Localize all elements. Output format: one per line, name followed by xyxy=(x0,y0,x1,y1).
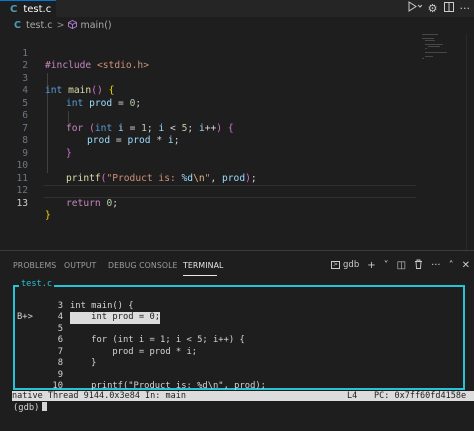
token-punct: ; xyxy=(112,197,118,209)
token-keyword: return xyxy=(66,197,101,209)
code-line-12: 12 return 0; xyxy=(0,173,474,209)
ellipsis-icon[interactable]: ··· xyxy=(460,0,471,17)
c-language-icon: C xyxy=(10,3,18,15)
code-line-4: 4 int prod = 0; xyxy=(0,73,474,109)
terminal-profile-label: gdb xyxy=(343,260,360,270)
breadcrumb-file[interactable]: test.c xyxy=(26,20,53,31)
minimap[interactable] xyxy=(422,34,466,74)
gdb-source-row: 9 xyxy=(57,369,63,380)
tab-label: test.c xyxy=(23,3,52,15)
code-line-8: 8 } xyxy=(0,123,474,159)
code-line-2: 2 xyxy=(0,48,474,71)
panel-actions: > gdb + ˅ ◫ ··· ˄ ✕ xyxy=(331,258,470,272)
tab-test-c[interactable]: C test.c xyxy=(0,0,56,17)
gdb-status-bar: native Thread 9144.0x3e84 In: main L4 PC… xyxy=(12,391,474,401)
terminal-profile-selector[interactable]: > gdb xyxy=(331,260,359,270)
code-line-7: 7 prod = prod * i; xyxy=(0,110,474,147)
current-line-highlight: int prod = 0; xyxy=(70,312,161,324)
add-terminal-icon[interactable]: + xyxy=(367,260,375,271)
gdb-line-indicator: L4 xyxy=(347,391,358,401)
editor-actions: ⚙ ··· xyxy=(408,0,470,17)
chevron-down-icon[interactable]: ˅ xyxy=(384,260,389,271)
code-line-1: 1 #include <stdio.h> xyxy=(0,35,474,72)
gdb-thread-info: native Thread 9144.0x3e84 In: main xyxy=(12,391,186,401)
code-line-13: 13 } xyxy=(0,185,474,222)
code-line-5: 5 xyxy=(0,85,474,109)
gdb-source-row: 10 printf("Product is: %d\n", prod); xyxy=(52,381,266,391)
gdb-prompt[interactable]: (gdb) xyxy=(13,402,48,414)
code-editor[interactable]: 1 #include <stdio.h> 2 3 int main() { 4 … xyxy=(0,34,474,250)
maximize-panel-icon[interactable]: ˄ xyxy=(449,260,454,271)
breadcrumb: C test.c > main() xyxy=(0,17,474,34)
gdb-prompt-label: (gdb) xyxy=(13,403,40,413)
gear-icon[interactable]: ⚙ xyxy=(428,0,438,17)
function-symbol-icon xyxy=(68,19,78,32)
gdb-source-row: 7 prod = prod * i; xyxy=(57,346,198,357)
c-language-icon: C xyxy=(14,20,21,31)
ellipsis-icon[interactable]: ··· xyxy=(431,260,441,271)
gdb-source-row: 8 } xyxy=(57,358,97,368)
code-line-6: 6 for (int i = 1; i < 5; i++) { xyxy=(0,98,474,134)
gdb-source-row: 5 xyxy=(57,323,63,334)
breadcrumb-symbol[interactable]: main() xyxy=(80,20,111,31)
editor-scrollbar[interactable] xyxy=(466,34,474,250)
gdb-source-row: 3 int main() { xyxy=(57,300,134,311)
active-tab-indicator xyxy=(183,275,217,276)
code-line-10: 10 printf("Product is: %d\n", prod); xyxy=(0,148,474,184)
breadcrumb-separator: > xyxy=(56,20,65,31)
split-editor-icon[interactable] xyxy=(443,0,454,17)
run-debug-icon[interactable] xyxy=(408,0,422,17)
tab-problems[interactable]: PROBLEMS xyxy=(13,261,56,270)
code-line-9: 9 xyxy=(0,135,474,159)
terminal-cursor xyxy=(42,402,48,411)
tab-output[interactable]: OUTPUT xyxy=(64,261,96,270)
editor-tab-bar: C test.c ⚙ ··· xyxy=(0,0,474,17)
line-number: 13 xyxy=(16,197,28,209)
gdb-source-row: 6 for (int i = 1; i < 5; i++) { xyxy=(57,335,245,345)
tab-debug-console[interactable]: DEBUG CONSOLE xyxy=(108,261,178,270)
terminal-icon: > xyxy=(331,261,341,269)
split-terminal-icon[interactable]: ◫ xyxy=(397,260,406,271)
gdb-source-row-current: B+> 4 int prod = 0; xyxy=(17,312,161,324)
tab-terminal[interactable]: TERMINAL xyxy=(183,261,223,270)
close-icon[interactable]: ✕ xyxy=(462,260,470,271)
token-brace: } xyxy=(45,210,51,221)
code-line-3: 3 int main() { xyxy=(0,60,474,97)
trash-icon[interactable] xyxy=(414,259,423,272)
terminal[interactable]: test.c 3 int main() { B+> 4 int prod = 0; … xyxy=(0,278,474,431)
gdb-source-title: test.c xyxy=(19,279,55,289)
gdb-pc-indicator: PC: 0x7ff60fd4158e xyxy=(374,391,467,401)
code-line-11: 11 xyxy=(0,160,474,184)
